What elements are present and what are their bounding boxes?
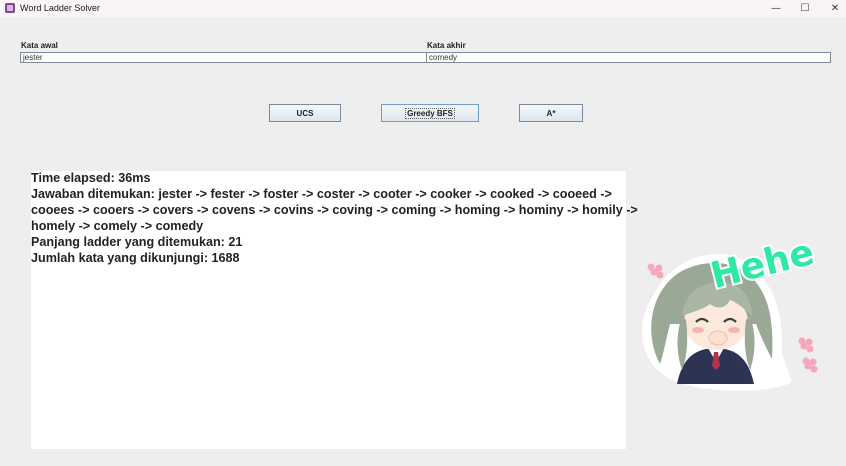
ucs-button-label: UCS	[296, 108, 314, 118]
app-icon	[5, 3, 15, 13]
end-word-label: Kata akhir	[427, 41, 466, 50]
end-word-input[interactable]: comedy	[426, 52, 831, 63]
window-title: Word Ladder Solver	[20, 3, 100, 13]
time-elapsed-text: Time elapsed: 36ms	[31, 171, 151, 185]
answer-line-2: cooees -> cooers -> covers -> covens -> …	[31, 203, 638, 217]
start-word-label: Kata awal	[21, 41, 58, 50]
anime-girl-sticker: Hehe	[642, 230, 820, 391]
visited-count-text: Jumlah kata yang dikunjungi: 1688	[31, 251, 240, 265]
astar-button-label: A*	[546, 108, 556, 118]
maximize-icon: ☐	[800, 3, 810, 14]
greedy-bfs-button-label: Greedy BFS	[405, 107, 455, 119]
close-icon: ✕	[830, 3, 840, 14]
close-button[interactable]: ✕	[819, 0, 846, 17]
answer-line-1: Jawaban ditemukan: jester -> fester -> f…	[31, 187, 612, 201]
astar-button[interactable]: A*	[519, 104, 583, 122]
answer-line-3: homely -> comely -> comedy	[31, 219, 204, 233]
start-word-input[interactable]: jester	[20, 52, 427, 63]
maximize-button[interactable]: ☐	[789, 0, 821, 17]
result-text-area[interactable]: Time elapsed: 36ms Jawaban ditemukan: je…	[31, 171, 638, 449]
minimize-icon: —	[771, 3, 781, 14]
title-bar[interactable]: Word Ladder Solver — ☐ ✕	[0, 0, 846, 17]
minimize-button[interactable]: —	[760, 0, 792, 17]
ucs-button[interactable]: UCS	[269, 104, 341, 122]
greedy-bfs-button[interactable]: Greedy BFS	[381, 104, 479, 122]
ladder-length-text: Panjang ladder yang ditemukan: 21	[31, 235, 243, 249]
